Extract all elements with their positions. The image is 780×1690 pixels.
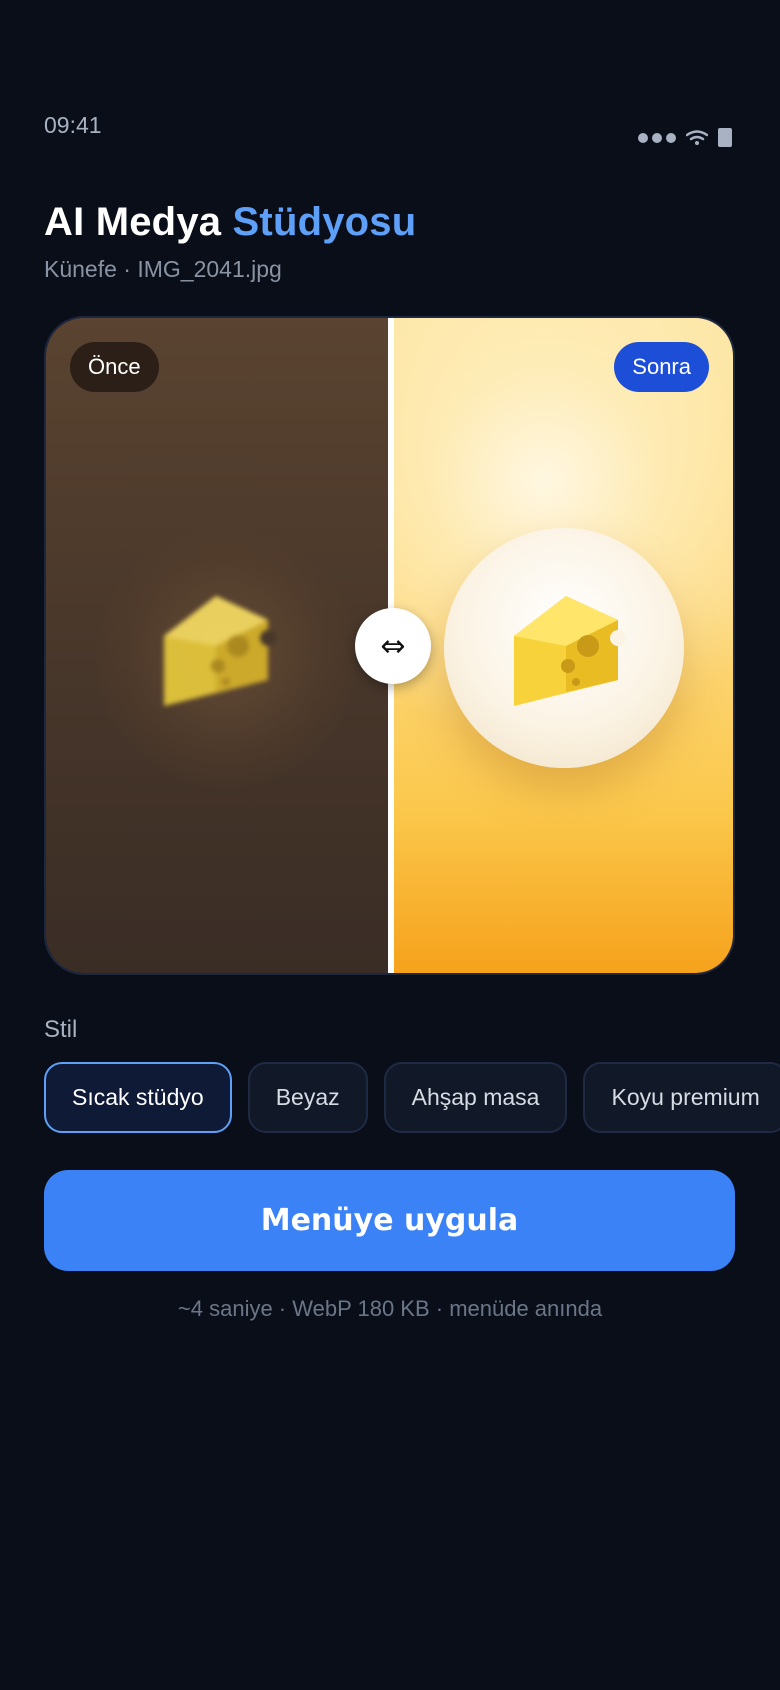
style-chip-beyaz[interactable]: Beyaz (247, 1062, 368, 1133)
page-title: AI Medya Stüdyosu (44, 200, 416, 245)
title-main: AI Medya (44, 200, 222, 244)
media-studio-screen: 09:41 AI Medya Stüdyosu Künefe · IMG_204… (0, 0, 780, 1690)
style-chip-koyu-premium[interactable]: Koyu premium (583, 1062, 780, 1133)
processing-meta: ~4 saniye · WebP 180 KB · menüde anında (177, 1296, 603, 1321)
style-chip-ahsap-masa[interactable]: Ahşap masa (383, 1062, 568, 1133)
before-badge: Önce (70, 342, 159, 392)
battery-icon (718, 128, 732, 147)
status-icons (638, 128, 732, 147)
signal-icon (638, 132, 676, 143)
cheese-icon (514, 596, 626, 706)
file-subtitle: Künefe · IMG_2041.jpg (44, 256, 282, 282)
cheese-icon (164, 596, 276, 706)
apply-to-menu-button[interactable]: Menüye uygula (44, 1170, 735, 1271)
swap-arrows-icon[interactable]: ⇔ (355, 608, 431, 684)
style-section-label: Stil (44, 1016, 78, 1043)
style-chip-sicak-studyo[interactable]: Sıcak stüdyo (44, 1062, 232, 1133)
wifi-icon (686, 129, 708, 145)
style-chip-list: Sıcak stüdyo Beyaz Ahşap masa Koyu premi… (44, 1062, 780, 1133)
status-time: 09:41 (44, 112, 102, 138)
after-badge: Sonra (614, 342, 709, 392)
before-after-compare[interactable]: ⇔ Önce Sonra (44, 316, 735, 975)
title-accent: Stüdyosu (232, 200, 417, 244)
